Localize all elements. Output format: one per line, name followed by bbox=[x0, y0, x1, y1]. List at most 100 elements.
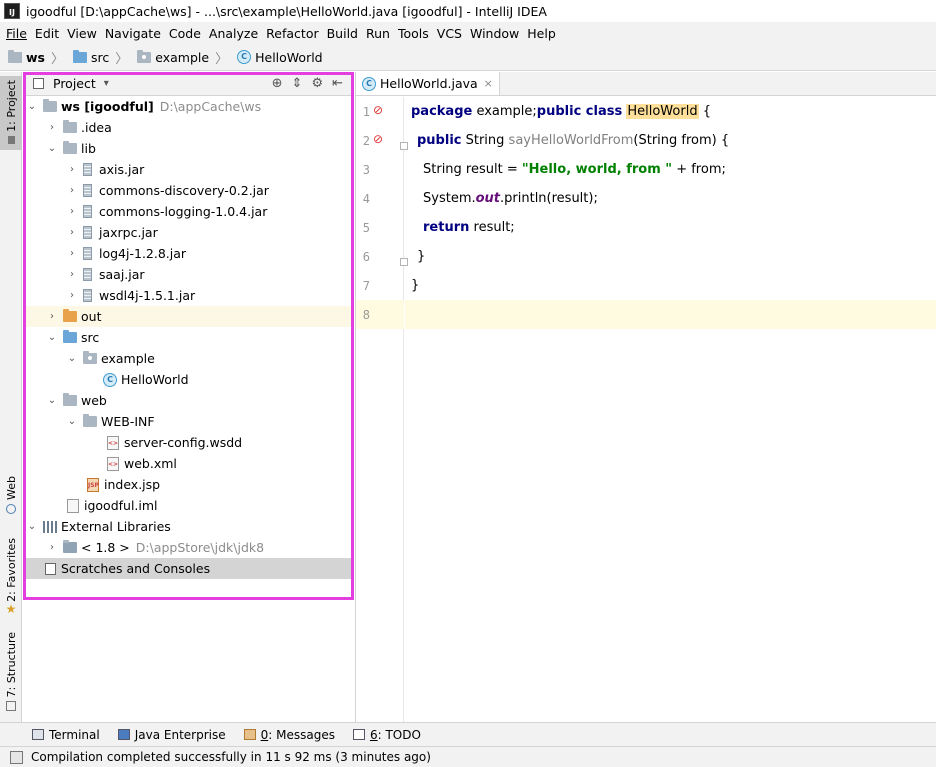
tree-row-helloworld[interactable]: C HelloWorld bbox=[23, 369, 353, 390]
menu-edit[interactable]: Edit bbox=[33, 26, 65, 41]
code-editor: C HelloWorld.java × 1 ⊘ 2 ⊘ 3 4 5 6 7 8 … bbox=[355, 72, 936, 722]
collapsed-arrow-icon[interactable]: › bbox=[45, 122, 59, 133]
collapsed-arrow-icon[interactable]: › bbox=[65, 185, 79, 196]
menu-help[interactable]: Help bbox=[525, 26, 562, 41]
tree-row-ws[interactable]: ⌄ ws [igoodful] D:\appCache\ws bbox=[23, 96, 353, 117]
menu-vcs[interactable]: VCS bbox=[435, 26, 468, 41]
tab-favorites[interactable]: 2: Favorites ★ bbox=[0, 538, 22, 618]
tree-row-external-libraries[interactable]: ⌄ External Libraries bbox=[23, 516, 353, 537]
expanded-arrow-icon[interactable]: ⌄ bbox=[45, 332, 59, 343]
tab-structure-label: 7: Structure bbox=[4, 632, 18, 698]
menu-run[interactable]: Run bbox=[364, 26, 396, 41]
hide-panel-icon[interactable]: ⇤ bbox=[332, 76, 343, 91]
tool-java-enterprise[interactable]: Java Enterprise bbox=[117, 728, 226, 742]
project-view-selector[interactable]: Project bbox=[53, 76, 96, 91]
tree-row-webxml[interactable]: <> web.xml bbox=[23, 453, 353, 474]
tree-row-lib[interactable]: ⌄ lib bbox=[23, 138, 353, 159]
menu-code[interactable]: Code bbox=[167, 26, 207, 41]
breadcrumb-helloworld[interactable]: C HelloWorld bbox=[237, 50, 323, 65]
tool-terminal[interactable]: Terminal bbox=[32, 728, 100, 742]
code-token: (String from) { bbox=[633, 133, 730, 148]
expanded-arrow-icon[interactable]: ⌄ bbox=[45, 395, 59, 406]
collapsed-arrow-icon[interactable]: › bbox=[65, 248, 79, 259]
tree-row-jar[interactable]: › saaj.jar bbox=[23, 264, 353, 285]
collapsed-arrow-icon[interactable]: › bbox=[65, 227, 79, 238]
expanded-arrow-icon[interactable]: ⌄ bbox=[25, 101, 39, 112]
gutter-line: 3 bbox=[356, 155, 404, 184]
collapsed-arrow-icon[interactable]: › bbox=[65, 164, 79, 175]
tree-row-jar[interactable]: › commons-discovery-0.2.jar bbox=[23, 180, 353, 201]
tab-helloworld-java[interactable]: C HelloWorld.java × bbox=[356, 72, 500, 95]
code-line: } bbox=[405, 271, 936, 300]
tree-row-iml[interactable]: igoodful.iml bbox=[23, 495, 353, 516]
tree-row-src[interactable]: ⌄ src bbox=[23, 327, 353, 348]
implements-icon[interactable]: ⊘ bbox=[373, 103, 387, 117]
code-area[interactable]: package example; public class HelloWorld… bbox=[405, 97, 936, 722]
tree-row-jar[interactable]: › log4j-1.2.8.jar bbox=[23, 243, 353, 264]
menu-window[interactable]: Window bbox=[468, 26, 525, 41]
menu-file[interactable]: File bbox=[4, 26, 33, 41]
collapsed-arrow-icon[interactable]: › bbox=[65, 290, 79, 301]
left-tool-strip: 1: Project Web 2: Favorites ★ 7: Structu… bbox=[0, 72, 22, 722]
tab-project[interactable]: 1: Project bbox=[0, 76, 22, 150]
tree-row-web[interactable]: ⌄ web bbox=[23, 390, 353, 411]
tool-messages[interactable]: 0: Messages bbox=[243, 728, 335, 742]
tree-row-jdk[interactable]: › < 1.8 > D:\appStore\jdk\jdk8 bbox=[23, 537, 353, 558]
expanded-arrow-icon[interactable]: ⌄ bbox=[65, 416, 79, 427]
menu-analyze[interactable]: Analyze bbox=[207, 26, 264, 41]
collapse-all-icon[interactable]: ⇕ bbox=[292, 76, 303, 91]
gear-icon[interactable]: ⚙ bbox=[311, 76, 323, 91]
jar-icon bbox=[83, 184, 92, 197]
tree-row-wsdd[interactable]: <> server-config.wsdd bbox=[23, 432, 353, 453]
tree-row-scratches[interactable]: Scratches and Consoles bbox=[23, 558, 353, 579]
tree-label: axis.jar bbox=[99, 162, 145, 177]
tree-label: saaj.jar bbox=[99, 267, 145, 282]
tree-row-webinf[interactable]: ⌄ WEB-INF bbox=[23, 411, 353, 432]
tree-label: out bbox=[81, 309, 102, 324]
breadcrumb-example[interactable]: example 〉 bbox=[137, 48, 233, 67]
globe-icon bbox=[6, 503, 16, 514]
line-number: 5 bbox=[362, 221, 370, 235]
collapsed-arrow-icon[interactable]: › bbox=[65, 269, 79, 280]
tree-row-indexjsp[interactable]: JSP index.jsp bbox=[23, 474, 353, 495]
panel-toolbar: ⊕ ⇕ ⚙ ⇤ bbox=[272, 76, 353, 91]
tree-row-jar[interactable]: › axis.jar bbox=[23, 159, 353, 180]
menu-build[interactable]: Build bbox=[325, 26, 364, 41]
chevron-down-icon[interactable]: ▾ bbox=[104, 78, 109, 89]
tree-label: log4j-1.2.8.jar bbox=[99, 246, 187, 261]
tree-row-jar[interactable]: › commons-logging-1.0.4.jar bbox=[23, 201, 353, 222]
expanded-arrow-icon[interactable]: ⌄ bbox=[25, 521, 39, 532]
tree-row-out[interactable]: › out bbox=[23, 306, 353, 327]
tab-structure[interactable]: 7: Structure bbox=[0, 632, 22, 716]
collapsed-arrow-icon[interactable]: › bbox=[45, 311, 59, 322]
tool-todo[interactable]: 6: TODO bbox=[352, 728, 421, 742]
tree-row-jar[interactable]: › jaxrpc.jar bbox=[23, 222, 353, 243]
tab-web[interactable]: Web bbox=[0, 476, 22, 524]
class-icon: C bbox=[237, 50, 252, 64]
collapsed-arrow-icon[interactable]: › bbox=[45, 542, 59, 553]
collapsed-arrow-icon[interactable]: › bbox=[65, 206, 79, 217]
menu-navigate[interactable]: Navigate bbox=[103, 26, 167, 41]
tree-row-idea[interactable]: › .idea bbox=[23, 117, 353, 138]
code-token: sayHelloWorldFrom bbox=[508, 133, 634, 148]
menu-refactor[interactable]: Refactor bbox=[264, 26, 324, 41]
breadcrumb-ws[interactable]: ws 〉 bbox=[8, 48, 69, 67]
output-folder-icon bbox=[63, 309, 77, 322]
xml-file-icon: <> bbox=[107, 435, 119, 450]
expanded-arrow-icon[interactable]: ⌄ bbox=[45, 143, 59, 154]
menu-tools[interactable]: Tools bbox=[396, 26, 435, 41]
close-icon[interactable]: × bbox=[484, 77, 493, 90]
locate-icon[interactable]: ⊕ bbox=[272, 76, 283, 91]
tree-row-jar[interactable]: › wsdl4j-1.5.1.jar bbox=[23, 285, 353, 306]
breadcrumb-src[interactable]: src 〉 bbox=[73, 48, 133, 67]
tree-row-example[interactable]: ⌄ example bbox=[23, 348, 353, 369]
code-token: String result = bbox=[423, 162, 522, 177]
code-token: String bbox=[461, 133, 509, 148]
menu-view[interactable]: View bbox=[65, 26, 103, 41]
web-xml-icon: <> bbox=[107, 456, 119, 471]
tree-label: index.jsp bbox=[104, 477, 161, 492]
tab-favorites-label: 2: Favorites bbox=[4, 538, 18, 602]
implements-icon[interactable]: ⊘ bbox=[373, 132, 387, 146]
toggle-tool-windows-icon[interactable] bbox=[10, 750, 23, 764]
expanded-arrow-icon[interactable]: ⌄ bbox=[65, 353, 79, 364]
